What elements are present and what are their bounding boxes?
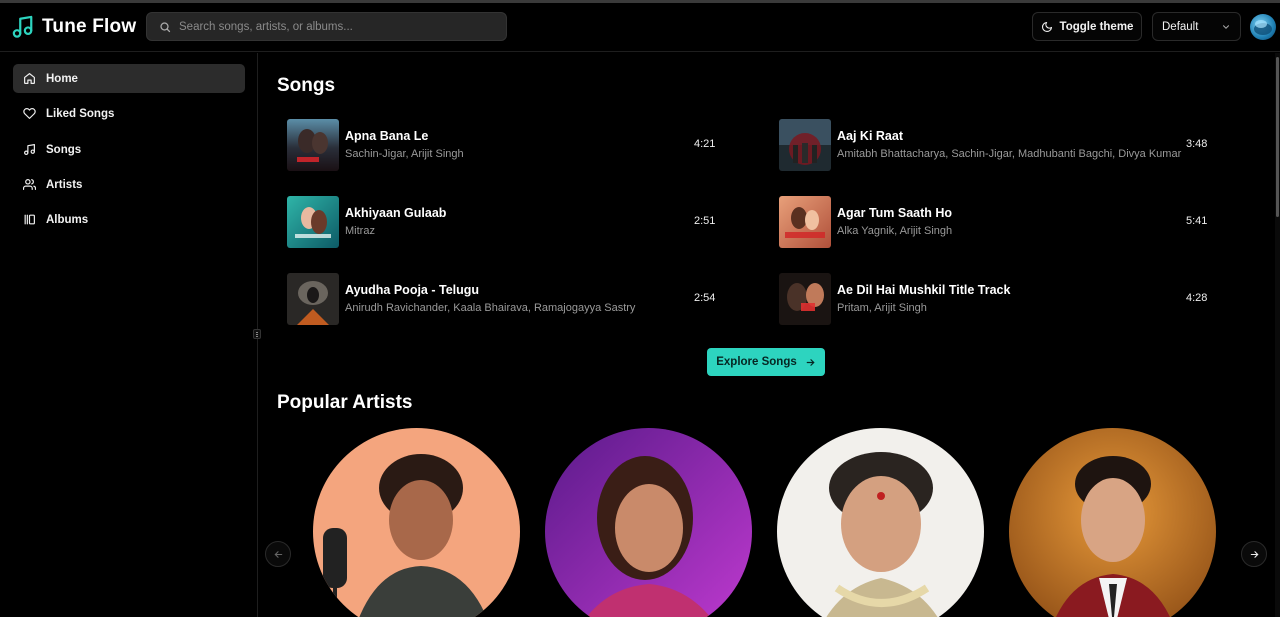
user-avatar[interactable]: [1250, 14, 1276, 40]
artist-card[interactable]: [1009, 428, 1216, 617]
song-artist: Amitabh Bhattacharya, Sachin-Jigar, Madh…: [837, 148, 1182, 160]
artist-image: [545, 428, 752, 617]
main-content: Songs Apna Bana Le Sachin-Jigar, Arijit …: [259, 53, 1275, 617]
avatar-graphic: [1254, 20, 1272, 35]
top-header: Tune Flow Toggle theme Default: [0, 3, 1280, 52]
song-title: Agar Tum Saath Ho: [837, 206, 953, 220]
moon-icon: [1041, 21, 1052, 32]
sidebar-item-label: Liked Songs: [46, 107, 115, 120]
song-item[interactable]: Ayudha Pooja - Telugu Anirudh Ravichande…: [287, 273, 737, 325]
library-icon: [24, 214, 35, 225]
song-cover-image: [779, 119, 831, 171]
song-item[interactable]: Aaj Ki Raat Amitabh Bhattacharya, Sachin…: [779, 119, 1219, 171]
artist-image: [1009, 428, 1216, 617]
sidebar: Home Liked Songs Songs Artists Albums: [0, 53, 258, 617]
artist-card[interactable]: [313, 428, 520, 617]
theme-select[interactable]: Default: [1152, 12, 1241, 41]
song-item[interactable]: Agar Tum Saath Ho Alka Yagnik, Arijit Si…: [779, 196, 1229, 248]
app-logo[interactable]: Tune Flow: [12, 15, 136, 39]
search-icon: [160, 21, 171, 32]
toggle-theme-button[interactable]: Toggle theme: [1032, 12, 1142, 41]
song-cover-image: [287, 119, 339, 171]
song-cover-image: [287, 196, 339, 248]
song-cover-image: [779, 196, 831, 248]
song-cover-image: [287, 273, 339, 325]
song-title: Aaj Ki Raat: [837, 129, 903, 143]
arrow-right-icon: [806, 358, 815, 366]
song-duration: 5:41: [1186, 215, 1208, 227]
arrow-right-icon: [1250, 550, 1258, 558]
carousel-prev-button[interactable]: [265, 541, 291, 567]
home-icon: [24, 73, 35, 84]
song-artist: Sachin-Jigar, Arijit Singh: [345, 148, 464, 160]
artist-image: [777, 428, 984, 617]
music-note-logo-icon: [12, 15, 33, 38]
popular-artists-title: Popular Artists: [277, 392, 413, 413]
sidebar-item-albums[interactable]: Albums: [13, 205, 245, 234]
chevron-down-icon: [1222, 24, 1230, 29]
song-duration: 4:28: [1186, 292, 1208, 304]
sidebar-item-label: Home: [46, 72, 78, 85]
song-item[interactable]: Ae Dil Hai Mushkil Title Track Pritam, A…: [779, 273, 1229, 325]
users-icon: [23, 179, 36, 190]
song-title: Akhiyaan Gulaab: [345, 206, 447, 220]
songs-section-title: Songs: [277, 75, 336, 96]
song-artist: Mitraz: [345, 225, 375, 237]
sidebar-item-artists[interactable]: Artists: [13, 170, 245, 199]
scrollbar-thumb[interactable]: [1276, 57, 1279, 217]
sidebar-item-label: Songs: [46, 143, 82, 156]
main-scrollbar[interactable]: [1275, 53, 1280, 617]
song-duration: 2:51: [694, 215, 716, 227]
explore-songs-button[interactable]: Explore Songs: [707, 348, 825, 376]
artist-card[interactable]: [545, 428, 752, 617]
carousel-next-button[interactable]: [1241, 541, 1267, 567]
song-item[interactable]: Akhiyaan Gulaab Mitraz 2:51: [287, 196, 737, 248]
arrow-left-icon: [274, 550, 282, 558]
sidebar-item-songs[interactable]: Songs: [13, 135, 245, 164]
heart-icon: [23, 108, 36, 119]
song-title: Ayudha Pooja - Telugu: [345, 283, 480, 297]
artist-image: [313, 428, 520, 617]
music-note-icon: [24, 144, 35, 155]
song-cover-image: [779, 273, 831, 325]
song-title: Apna Bana Le: [345, 129, 429, 143]
song-duration: 2:54: [694, 292, 716, 304]
song-artist: Alka Yagnik, Arijit Singh: [837, 225, 953, 237]
explore-songs-label: Explore Songs: [716, 356, 797, 368]
toggle-theme-label: Toggle theme: [1059, 20, 1134, 33]
app-name: Tune Flow: [42, 16, 137, 37]
song-item[interactable]: Apna Bana Le Sachin-Jigar, Arijit Singh …: [287, 119, 737, 171]
sidebar-item-liked-songs[interactable]: Liked Songs: [13, 99, 245, 128]
sidebar-item-home[interactable]: Home: [13, 64, 245, 93]
artist-card[interactable]: [777, 428, 984, 617]
song-artist: Pritam, Arijit Singh: [837, 302, 927, 314]
search-bar[interactable]: [146, 12, 507, 41]
sidebar-item-label: Albums: [46, 213, 89, 226]
song-artist: Anirudh Ravichander, Kaala Bhairava, Ram…: [345, 302, 636, 314]
song-title: Ae Dil Hai Mushkil Title Track: [837, 283, 1011, 297]
song-duration: 3:48: [1186, 138, 1208, 150]
search-input[interactable]: [179, 20, 479, 33]
song-duration: 4:21: [694, 138, 716, 150]
theme-select-value: Default: [1162, 20, 1199, 33]
sidebar-item-label: Artists: [46, 178, 83, 191]
